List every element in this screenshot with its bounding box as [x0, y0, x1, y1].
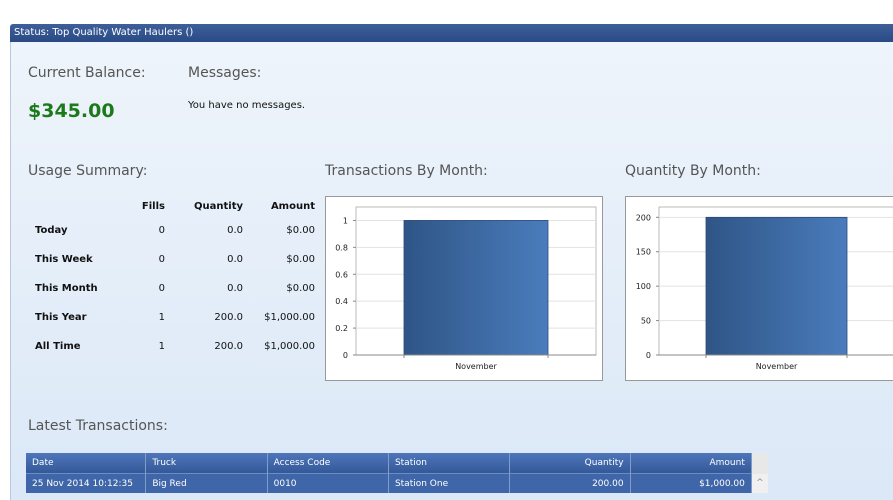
col-truck[interactable]: Truck — [145, 453, 268, 474]
balance-heading: Current Balance: — [28, 65, 146, 81]
y-tick-label: 1 — [343, 216, 348, 225]
cell-amount[interactable]: $1,000.00 — [630, 473, 752, 493]
quantity-by-month-chart: 0 50 100 150 200 November — [625, 196, 893, 381]
balance-amount: $345.00 — [28, 100, 115, 122]
transactions-chart-title: Transactions By Month: — [325, 163, 488, 179]
col-station[interactable]: Station — [388, 453, 511, 474]
usage-amount: $1,000.00 — [264, 312, 315, 323]
transactions-by-month-chart: 0 0.2 0.4 0.6 0.8 1 November — [325, 196, 603, 381]
usage-quantity: 200.0 — [214, 312, 243, 323]
usage-row: This Year 1 200.0 $1,000.00 — [26, 303, 315, 332]
usage-col-amount: Amount — [270, 200, 315, 212]
col-quantity[interactable]: Quantity — [509, 453, 631, 474]
messages-text: You have no messages. — [188, 100, 306, 111]
quantity-chart-title: Quantity By Month: — [625, 163, 761, 179]
y-tick-label: 0 — [646, 351, 651, 360]
y-tick-label: 0.4 — [335, 297, 348, 306]
cell-quantity[interactable]: 200.00 — [509, 473, 631, 493]
y-tick-label: 0.2 — [335, 324, 348, 333]
y-tick-label: 0 — [343, 351, 348, 360]
usage-col-fills: Fills — [141, 200, 165, 212]
usage-amount: $0.00 — [286, 283, 315, 294]
y-tick-label: 100 — [636, 282, 651, 291]
usage-amount: $0.00 — [286, 225, 315, 236]
usage-fills: 0 — [158, 283, 165, 294]
usage-quantity: 200.0 — [214, 341, 243, 352]
x-tick-label: November — [756, 362, 798, 371]
usage-row: All Time 1 200.0 $1,000.00 — [26, 332, 315, 361]
usage-fills: 0 — [158, 225, 165, 236]
quantity-chart-svg: 0 50 100 150 200 November — [636, 206, 893, 371]
usage-row-label: All Time — [35, 341, 81, 352]
y-tick-label: 150 — [636, 248, 651, 257]
usage-quantity: 0.0 — [227, 283, 243, 294]
transactions-chart-svg: 0 0.2 0.4 0.6 0.8 1 November — [335, 206, 597, 371]
usage-row-label: Today — [35, 225, 68, 236]
status-title-bar: Status: Top Quality Water Haulers () — [10, 24, 893, 42]
cell-date[interactable]: 25 Nov 2014 10:12:35 — [26, 473, 147, 493]
cell-station[interactable]: Station One — [388, 473, 511, 493]
usage-quantity: 0.0 — [227, 254, 243, 265]
usage-fills: 0 — [158, 254, 165, 265]
usage-row-label: This Week — [35, 254, 93, 265]
transactions-table: Date Truck Access Code Station Quantity … — [26, 453, 768, 493]
cell-truck[interactable]: Big Red — [145, 473, 268, 493]
usage-row-label: This Year — [35, 312, 87, 323]
y-tick-label: 200 — [636, 213, 651, 222]
usage-heading: Usage Summary: — [28, 163, 148, 179]
usage-amount: $1,000.00 — [264, 341, 315, 352]
transactions-heading: Latest Transactions: — [28, 418, 168, 434]
y-tick-label: 0.6 — [335, 270, 348, 279]
usage-fills: 1 — [158, 312, 165, 323]
usage-summary-table: Fills Quantity Amount Today 0 0.0 $0.00 … — [26, 196, 315, 361]
usage-row: Today 0 0.0 $0.00 — [26, 216, 315, 245]
usage-quantity: 0.0 — [227, 225, 243, 236]
usage-header-row: Fills Quantity Amount — [26, 196, 315, 216]
x-tick-label: November — [455, 362, 497, 371]
y-tick-label: 50 — [641, 317, 651, 326]
table-row[interactable]: 25 Nov 2014 10:12:35 Big Red 0010 Statio… — [26, 473, 768, 493]
bar — [403, 220, 549, 356]
transactions-header-row: Date Truck Access Code Station Quantity … — [26, 453, 768, 474]
messages-heading: Messages: — [188, 65, 262, 81]
usage-row: This Week 0 0.0 $0.00 — [26, 245, 315, 274]
scroll-up-arrow-icon[interactable]: ^ — [751, 473, 768, 493]
usage-row-label: This Month — [35, 283, 98, 294]
status-title: Status: Top Quality Water Haulers () — [14, 27, 194, 38]
usage-fills: 1 — [158, 341, 165, 352]
col-amount[interactable]: Amount — [630, 453, 752, 474]
usage-col-quantity: Quantity — [194, 200, 243, 212]
cell-access-code[interactable]: 0010 — [267, 473, 389, 493]
col-access-code[interactable]: Access Code — [267, 453, 389, 474]
y-tick-label: 0.8 — [335, 243, 348, 252]
scroll-header-spacer — [751, 453, 768, 474]
usage-row: This Month 0 0.0 $0.00 — [26, 274, 315, 303]
col-date[interactable]: Date — [26, 453, 147, 474]
bar — [705, 216, 848, 356]
usage-amount: $0.00 — [286, 254, 315, 265]
